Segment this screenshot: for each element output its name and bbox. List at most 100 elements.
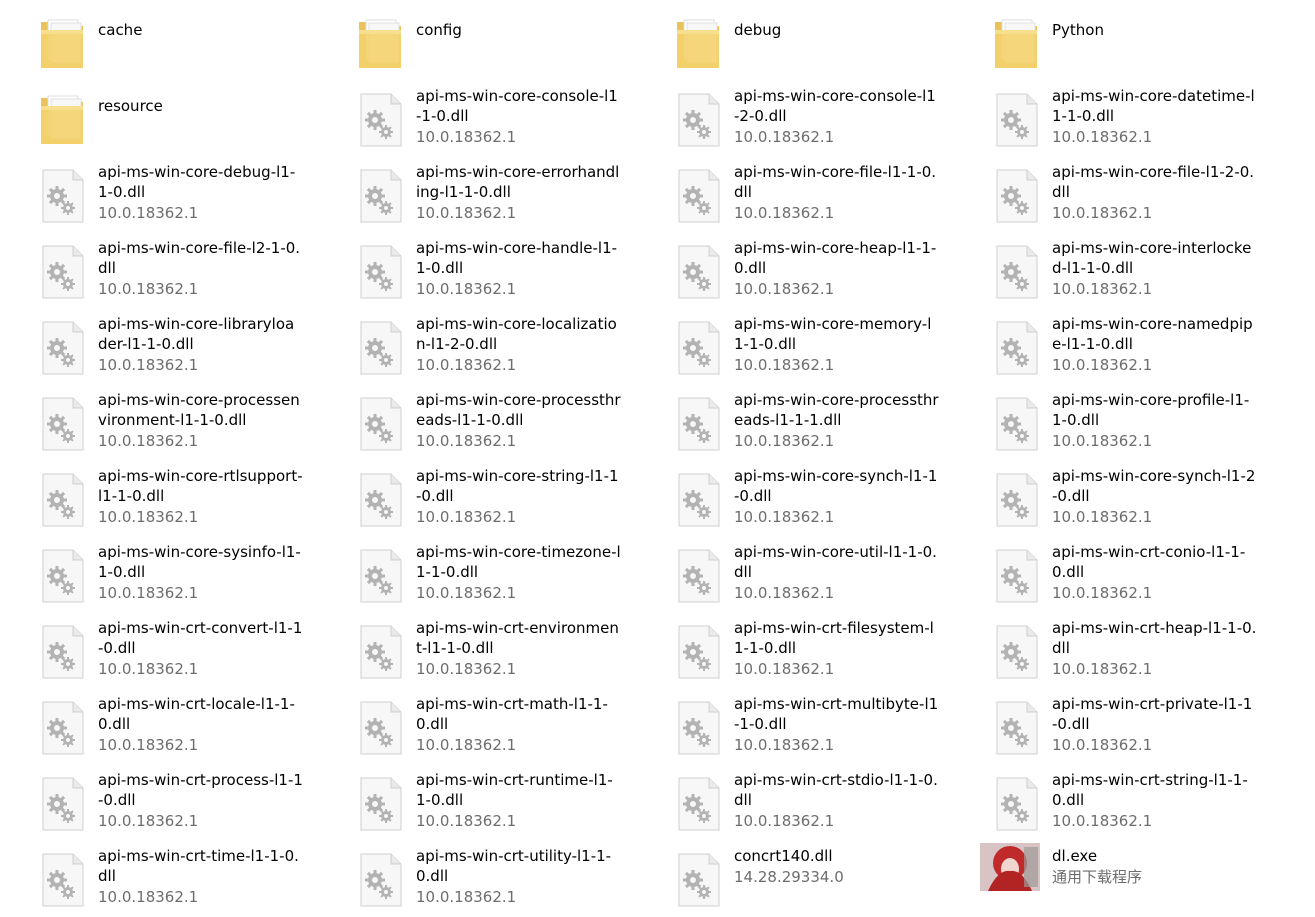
file-text: api-ms-win-core-file-l2-1-0.dll 10.0.183… bbox=[98, 238, 303, 299]
file-item[interactable]: api-ms-win-core-memory-l1-1-0.dll 10.0.1… bbox=[639, 306, 939, 382]
file-item[interactable]: api-ms-win-core-profile-l1-1-0.dll 10.0.… bbox=[957, 382, 1257, 458]
file-item[interactable]: api-ms-win-core-file-l1-2-0.dll 10.0.183… bbox=[957, 154, 1257, 230]
file-item[interactable]: api-ms-win-core-processenvironment-l1-1-… bbox=[3, 382, 303, 458]
file-item[interactable]: api-ms-win-core-debug-l1-1-0.dll 10.0.18… bbox=[3, 154, 303, 230]
file-text: api-ms-win-core-debug-l1-1-0.dll 10.0.18… bbox=[98, 162, 303, 223]
file-item[interactable]: api-ms-win-core-file-l2-1-0.dll 10.0.183… bbox=[3, 230, 303, 306]
file-subtext: 10.0.18362.1 bbox=[1052, 280, 1153, 298]
file-item[interactable]: api-ms-win-crt-locale-l1-1-0.dll 10.0.18… bbox=[3, 686, 303, 762]
file-item[interactable]: api-ms-win-core-synch-l1-2-0.dll 10.0.18… bbox=[957, 458, 1257, 534]
file-subtext: 10.0.18362.1 bbox=[1052, 356, 1153, 374]
file-name: api-ms-win-crt-environment-l1-1-0.dll bbox=[416, 619, 619, 657]
file-item[interactable]: api-ms-win-core-processthreads-l1-1-0.dl… bbox=[321, 382, 621, 458]
file-subtext: 10.0.18362.1 bbox=[98, 280, 199, 298]
file-item[interactable]: api-ms-win-core-console-l1-2-0.dll 10.0.… bbox=[639, 78, 939, 154]
file-subtext: 通用下载程序 bbox=[1052, 868, 1143, 886]
file-subtext: 10.0.18362.1 bbox=[416, 660, 517, 678]
file-name: api-ms-win-crt-time-l1-1-0.dll bbox=[98, 847, 299, 885]
folder-item[interactable]: debug bbox=[639, 2, 939, 78]
file-text: api-ms-win-crt-locale-l1-1-0.dll 10.0.18… bbox=[98, 694, 303, 755]
app-icon bbox=[980, 843, 1040, 891]
dll-file-icon bbox=[39, 624, 87, 680]
file-item[interactable]: api-ms-win-crt-private-l1-1-0.dll 10.0.1… bbox=[957, 686, 1257, 762]
file-name: Python bbox=[1052, 21, 1104, 39]
file-item[interactable]: api-ms-win-core-timezone-l1-1-0.dll 10.0… bbox=[321, 534, 621, 610]
file-item[interactable]: api-ms-win-core-localization-l1-2-0.dll … bbox=[321, 306, 621, 382]
file-subtext: 10.0.18362.1 bbox=[734, 128, 835, 146]
file-item[interactable]: api-ms-win-crt-runtime-l1-1-0.dll 10.0.1… bbox=[321, 762, 621, 838]
file-name: api-ms-win-core-errorhandling-l1-1-0.dll bbox=[416, 163, 620, 201]
folder-item[interactable]: cache bbox=[3, 2, 303, 78]
file-item[interactable]: dl.exe 通用下载程序 bbox=[957, 838, 1257, 914]
dll-file-icon bbox=[675, 92, 723, 148]
file-name: api-ms-win-crt-string-l1-1-0.dll bbox=[1052, 771, 1248, 809]
file-item[interactable]: api-ms-win-core-rtlsupport-l1-1-0.dll 10… bbox=[3, 458, 303, 534]
dll-file-icon bbox=[993, 700, 1041, 756]
file-item[interactable]: api-ms-win-core-heap-l1-1-0.dll 10.0.183… bbox=[639, 230, 939, 306]
file-item[interactable]: api-ms-win-crt-conio-l1-1-0.dll 10.0.183… bbox=[957, 534, 1257, 610]
file-item[interactable]: api-ms-win-crt-environment-l1-1-0.dll 10… bbox=[321, 610, 621, 686]
file-item[interactable]: api-ms-win-crt-convert-l1-1-0.dll 10.0.1… bbox=[3, 610, 303, 686]
dll-file-icon bbox=[39, 700, 87, 756]
file-item[interactable]: api-ms-win-core-string-l1-1-0.dll 10.0.1… bbox=[321, 458, 621, 534]
file-text: api-ms-win-core-synch-l1-1-0.dll 10.0.18… bbox=[734, 466, 939, 527]
file-name: resource bbox=[98, 97, 163, 115]
file-item[interactable]: api-ms-win-core-datetime-l1-1-0.dll 10.0… bbox=[957, 78, 1257, 154]
file-text: Python bbox=[1052, 20, 1257, 40]
file-item[interactable]: api-ms-win-crt-filesystem-l1-1-0.dll 10.… bbox=[639, 610, 939, 686]
file-subtext: 10.0.18362.1 bbox=[416, 128, 517, 146]
file-item[interactable]: api-ms-win-core-libraryloader-l1-1-0.dll… bbox=[3, 306, 303, 382]
file-item[interactable]: api-ms-win-core-processthreads-l1-1-1.dl… bbox=[639, 382, 939, 458]
file-item[interactable]: api-ms-win-crt-stdio-l1-1-0.dll 10.0.183… bbox=[639, 762, 939, 838]
file-text: api-ms-win-crt-string-l1-1-0.dll 10.0.18… bbox=[1052, 770, 1257, 831]
dll-file-icon bbox=[993, 472, 1041, 528]
file-name: api-ms-win-crt-convert-l1-1-0.dll bbox=[98, 619, 303, 657]
file-name: api-ms-win-core-namedpipe-l1-1-0.dll bbox=[1052, 315, 1253, 353]
file-item[interactable]: api-ms-win-core-file-l1-1-0.dll 10.0.183… bbox=[639, 154, 939, 230]
file-item[interactable]: concrt140.dll 14.28.29334.0 bbox=[639, 838, 939, 914]
file-text: debug bbox=[734, 20, 939, 40]
file-item[interactable]: api-ms-win-crt-multibyte-l1-1-0.dll 10.0… bbox=[639, 686, 939, 762]
file-subtext: 10.0.18362.1 bbox=[734, 812, 835, 830]
file-item[interactable]: api-ms-win-core-errorhandling-l1-1-0.dll… bbox=[321, 154, 621, 230]
file-name: api-ms-win-crt-process-l1-1-0.dll bbox=[98, 771, 303, 809]
file-item[interactable]: api-ms-win-core-console-l1-1-0.dll 10.0.… bbox=[321, 78, 621, 154]
file-item[interactable]: api-ms-win-crt-math-l1-1-0.dll 10.0.1836… bbox=[321, 686, 621, 762]
folder-icon bbox=[993, 16, 1041, 72]
file-item[interactable]: api-ms-win-core-util-l1-1-0.dll 10.0.183… bbox=[639, 534, 939, 610]
folder-item[interactable]: resource bbox=[3, 78, 303, 154]
file-item[interactable]: api-ms-win-crt-process-l1-1-0.dll 10.0.1… bbox=[3, 762, 303, 838]
file-name: api-ms-win-core-libraryloader-l1-1-0.dll bbox=[98, 315, 295, 353]
file-text: api-ms-win-crt-heap-l1-1-0.dll 10.0.1836… bbox=[1052, 618, 1257, 679]
file-text: api-ms-win-core-util-l1-1-0.dll 10.0.183… bbox=[734, 542, 939, 603]
file-item[interactable]: api-ms-win-core-synch-l1-1-0.dll 10.0.18… bbox=[639, 458, 939, 534]
file-name: debug bbox=[734, 21, 782, 39]
file-text: api-ms-win-core-sysinfo-l1-1-0.dll 10.0.… bbox=[98, 542, 303, 603]
file-text: api-ms-win-crt-filesystem-l1-1-0.dll 10.… bbox=[734, 618, 939, 679]
file-item[interactable]: api-ms-win-core-namedpipe-l1-1-0.dll 10.… bbox=[957, 306, 1257, 382]
file-item[interactable]: api-ms-win-crt-time-l1-1-0.dll 10.0.1836… bbox=[3, 838, 303, 914]
file-item[interactable]: api-ms-win-core-handle-l1-1-0.dll 10.0.1… bbox=[321, 230, 621, 306]
dll-file-icon bbox=[993, 624, 1041, 680]
file-name: api-ms-win-core-console-l1-2-0.dll bbox=[734, 87, 936, 125]
file-item[interactable]: api-ms-win-crt-string-l1-1-0.dll 10.0.18… bbox=[957, 762, 1257, 838]
file-item[interactable]: api-ms-win-core-interlocked-l1-1-0.dll 1… bbox=[957, 230, 1257, 306]
dll-file-icon bbox=[993, 548, 1041, 604]
dll-file-icon bbox=[357, 548, 405, 604]
file-subtext: 10.0.18362.1 bbox=[734, 508, 835, 526]
file-name: api-ms-win-core-datetime-l1-1-0.dll bbox=[1052, 87, 1255, 125]
file-item[interactable]: api-ms-win-crt-heap-l1-1-0.dll 10.0.1836… bbox=[957, 610, 1257, 686]
file-item[interactable]: api-ms-win-core-sysinfo-l1-1-0.dll 10.0.… bbox=[3, 534, 303, 610]
folder-item[interactable]: Python bbox=[957, 2, 1257, 78]
dll-file-icon bbox=[675, 776, 723, 832]
file-subtext: 10.0.18362.1 bbox=[734, 432, 835, 450]
dll-file-icon bbox=[39, 244, 87, 300]
dll-file-icon bbox=[357, 92, 405, 148]
folder-icon bbox=[39, 92, 87, 148]
folder-item[interactable]: config bbox=[321, 2, 621, 78]
folder-icon bbox=[357, 16, 405, 72]
file-subtext: 10.0.18362.1 bbox=[98, 432, 199, 450]
dll-file-icon bbox=[39, 168, 87, 224]
file-item[interactable]: api-ms-win-crt-utility-l1-1-0.dll 10.0.1… bbox=[321, 838, 621, 914]
file-name: api-ms-win-crt-filesystem-l1-1-0.dll bbox=[734, 619, 934, 657]
